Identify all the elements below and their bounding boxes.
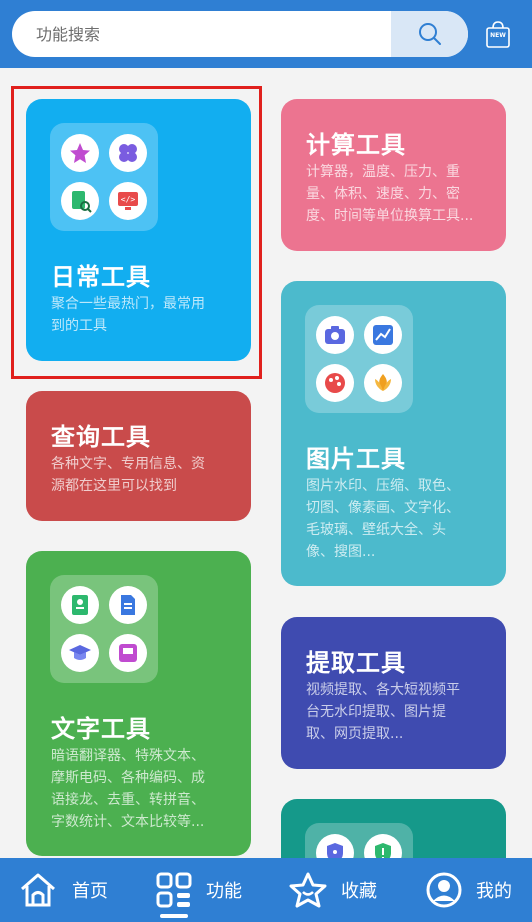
query-tools-card[interactable]: 查询工具 各种文字、专用信息、资 源都在这里可以找到 <box>26 391 251 521</box>
user-profile-icon <box>426 872 462 908</box>
extract-tools-title: 提取工具 <box>306 649 406 677</box>
selection-highlight <box>11 86 262 379</box>
text-icon-panel <box>50 575 158 683</box>
image-tools-desc: 图片水印、压缩、取色、 切图、像素画、文字化、 毛玻璃、壁纸大全、头 像、搜图.… <box>306 478 460 560</box>
palette-icon <box>316 364 354 402</box>
nav-favorites[interactable]: 收藏 <box>289 858 377 922</box>
query-tools-desc: 各种文字、专用信息、资 源都在这里可以找到 <box>51 456 205 494</box>
flower-icon <box>364 364 402 402</box>
camera-icon <box>316 316 354 354</box>
nav-favorites-label: 收藏 <box>341 881 377 902</box>
star-icon <box>289 872 327 908</box>
extract-tools-desc: 视频提取、各大短视频平 台无水印提取、图片提 取、网页提取... <box>306 682 460 742</box>
graduation-cap-icon <box>61 634 99 672</box>
search-box[interactable] <box>12 11 468 57</box>
search-button[interactable] <box>391 11 468 57</box>
document-icon <box>109 586 147 624</box>
image-tools-card[interactable]: 图片工具 图片水印、压缩、取色、 切图、像素画、文字化、 毛玻璃、壁纸大全、头 … <box>281 281 506 586</box>
image-icon-panel <box>305 305 413 413</box>
nav-home-label: 首页 <box>72 881 108 902</box>
text-tools-title: 文字工具 <box>51 715 151 743</box>
nav-home[interactable]: 首页 <box>18 858 108 922</box>
id-card-icon <box>61 586 99 624</box>
new-shopping-bag-button[interactable]: NEW <box>482 18 514 50</box>
home-icon <box>21 873 55 907</box>
chart-image-icon <box>364 316 402 354</box>
inbox-icon <box>109 634 147 672</box>
text-tools-desc: 暗语翻译器、特殊文本、 摩斯电码、各种编码、成 语接龙、去重、转拼音、 字数统计… <box>51 748 205 830</box>
search-input[interactable] <box>12 11 392 57</box>
nav-features-label: 功能 <box>206 881 242 902</box>
nav-active-indicator <box>160 914 188 918</box>
extract-tools-card[interactable]: 提取工具 视频提取、各大短视频平 台无水印提取、图片提 取、网页提取... <box>281 617 506 769</box>
query-tools-title: 查询工具 <box>51 423 151 451</box>
nav-mine[interactable]: 我的 <box>426 858 512 922</box>
top-bar: NEW <box>0 0 532 68</box>
nav-features[interactable]: 功能 <box>156 858 242 922</box>
calc-tools-card[interactable]: 计算工具 计算器，温度、压力、重 量、体积、速度、力、密 度、时间等单位换算工具… <box>281 99 506 251</box>
calc-tools-desc: 计算器，温度、压力、重 量、体积、速度、力、密 度、时间等单位换算工具... <box>306 164 474 224</box>
new-badge: NEW <box>490 32 506 39</box>
text-tools-card[interactable]: 文字工具 暗语翻译器、特殊文本、 摩斯电码、各种编码、成 语接龙、去重、转拼音、… <box>26 551 251 856</box>
bottom-nav: 首页 功能 收藏 我的 <box>0 858 532 922</box>
nav-mine-label: 我的 <box>476 881 512 902</box>
search-icon <box>418 23 441 45</box>
calc-tools-title: 计算工具 <box>306 131 406 159</box>
apps-grid-icon <box>156 872 192 908</box>
image-tools-title: 图片工具 <box>306 445 406 473</box>
